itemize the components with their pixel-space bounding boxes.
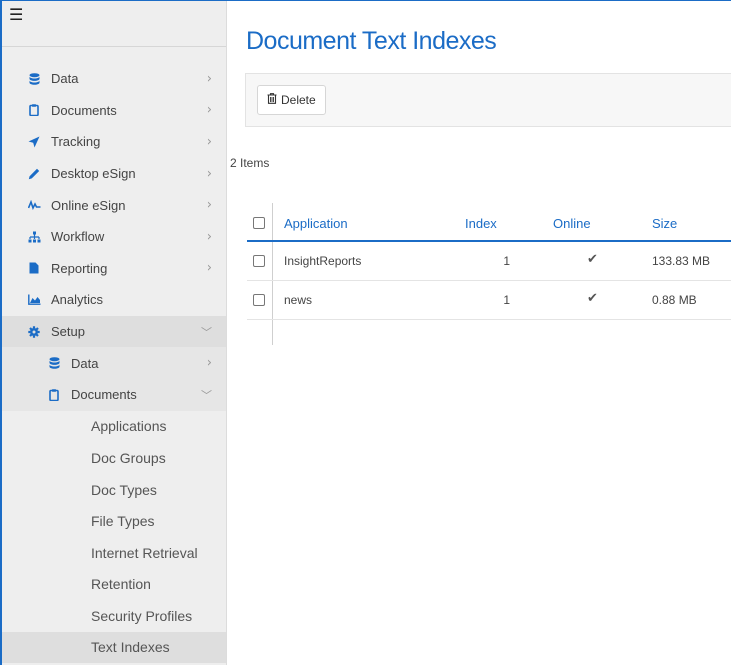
chevron-right-icon: › [206, 102, 212, 118]
sidebar: ☰ Data › Documents › Tracking › Desktop … [2, 1, 227, 665]
sidebar-item-online-esign[interactable]: Online eSign › [2, 189, 226, 221]
delete-label: Delete [281, 93, 316, 107]
chevron-right-icon: › [206, 229, 212, 245]
text-indexes-table: Application Index Online Size InsightRep… [247, 203, 731, 345]
chevron-down-icon: ﹀ [201, 325, 212, 339]
sidebar-header [2, 1, 226, 47]
cell-index: 1 [503, 293, 510, 307]
item-count: 2 Items [230, 156, 270, 170]
table-row[interactable]: InsightReports 1 ✔ 133.83 MB [247, 242, 731, 281]
sidebar-item-label: Online eSign [51, 197, 126, 213]
sidebar-item-label: Text Indexes [91, 639, 170, 656]
sidebar-item-analytics[interactable]: Analytics [2, 284, 226, 316]
chevron-right-icon: › [206, 260, 212, 276]
pen-icon [26, 168, 42, 180]
sidebar-item-label: Internet Retrieval [91, 544, 198, 561]
sidebar-item-desktop-esign[interactable]: Desktop eSign › [2, 158, 226, 190]
hamburger-icon[interactable]: ☰ [9, 5, 23, 24]
signature-icon [26, 200, 42, 211]
sidebar-item-text-indexes[interactable]: Text Indexes [2, 631, 226, 664]
delete-button[interactable]: Delete [257, 85, 326, 115]
cell-size: 133.83 MB [652, 254, 711, 268]
sidebar-item-security-profiles[interactable]: Security Profiles [2, 600, 226, 632]
database-icon [26, 72, 42, 85]
row-checkbox[interactable] [253, 255, 265, 267]
sidebar-item-retention[interactable]: Retention [2, 569, 226, 601]
sidebar-item-label: Applications [91, 418, 167, 435]
check-icon: ✔ [587, 252, 598, 267]
chevron-down-icon: ﹀ [201, 388, 212, 402]
main-content: Document Text Indexes Delete 2 Items App… [227, 1, 731, 665]
column-header-online[interactable]: Online [553, 216, 591, 231]
sidebar-item-label: Reporting [51, 260, 108, 276]
table-row[interactable]: news 1 ✔ 0.88 MB [247, 281, 731, 320]
sidebar-item-documents[interactable]: Documents › [2, 95, 226, 127]
chevron-right-icon: › [206, 197, 212, 213]
sidebar-item-label: Security Profiles [91, 607, 193, 624]
chevron-right-icon: › [206, 134, 212, 150]
column-header-index[interactable]: Index [465, 216, 497, 231]
sidebar-item-doc-types[interactable]: Doc Types [2, 474, 226, 506]
database-icon [46, 357, 62, 369]
sidebar-item-label: Workflow [51, 229, 105, 245]
table-header: Application Index Online Size [247, 206, 731, 242]
sidebar-item-setup[interactable]: Setup ﹀ [2, 315, 226, 348]
clipboard-icon [26, 104, 42, 117]
sidebar-item-label: Setup [51, 324, 85, 340]
trash-icon [267, 93, 277, 107]
sidebar-item-label: Retention [91, 576, 151, 593]
sidebar-item-applications[interactable]: Applications [2, 411, 226, 443]
check-icon: ✔ [587, 291, 598, 306]
chevron-right-icon: › [206, 71, 212, 87]
area-chart-icon [26, 294, 42, 306]
cell-index: 1 [503, 254, 510, 268]
select-all-checkbox[interactable] [253, 217, 265, 229]
sidebar-item-label: Doc Types [91, 481, 157, 498]
sidebar-item-reporting[interactable]: Reporting › [2, 253, 226, 285]
row-checkbox[interactable] [253, 294, 265, 306]
column-header-application[interactable]: Application [284, 216, 348, 231]
sidebar-nav: Data › Documents › Tracking › Desktop eS… [2, 63, 226, 664]
sidebar-item-label: Desktop eSign [51, 166, 136, 182]
chevron-right-icon: › [206, 166, 212, 182]
cell-size: 0.88 MB [652, 293, 697, 307]
sidebar-item-workflow[interactable]: Workflow › [2, 221, 226, 253]
page-title: Document Text Indexes [246, 27, 497, 55]
sidebar-item-label: Analytics [51, 292, 104, 308]
sidebar-item-label: Tracking [51, 134, 101, 150]
sidebar-item-internet-retrieval[interactable]: Internet Retrieval [2, 537, 226, 569]
sidebar-item-setup-data[interactable]: Data › [2, 347, 226, 379]
sitemap-icon [26, 231, 42, 243]
sidebar-item-label: Doc Groups [91, 449, 166, 466]
sidebar-item-setup-documents[interactable]: Documents ﹀ [2, 378, 226, 411]
sidebar-item-doc-groups[interactable]: Doc Groups [2, 442, 226, 474]
cell-application: news [284, 293, 313, 307]
sidebar-item-label: Documents [71, 387, 137, 403]
clipboard-icon [46, 389, 62, 401]
file-icon [26, 262, 42, 274]
sidebar-item-label: Documents [51, 102, 117, 118]
sidebar-item-data[interactable]: Data › [2, 63, 226, 95]
sidebar-item-label: Data [71, 355, 99, 371]
sidebar-item-label: Data [51, 71, 79, 87]
gear-icon [26, 325, 42, 338]
sidebar-item-tracking[interactable]: Tracking › [2, 126, 226, 158]
cell-application: InsightReports [284, 254, 362, 268]
chevron-right-icon: › [206, 355, 212, 371]
send-icon [26, 136, 42, 148]
sidebar-item-label: File Types [91, 513, 155, 530]
sidebar-item-file-types[interactable]: File Types [2, 505, 226, 537]
column-header-size[interactable]: Size [652, 216, 677, 231]
toolbar: Delete [245, 73, 731, 127]
